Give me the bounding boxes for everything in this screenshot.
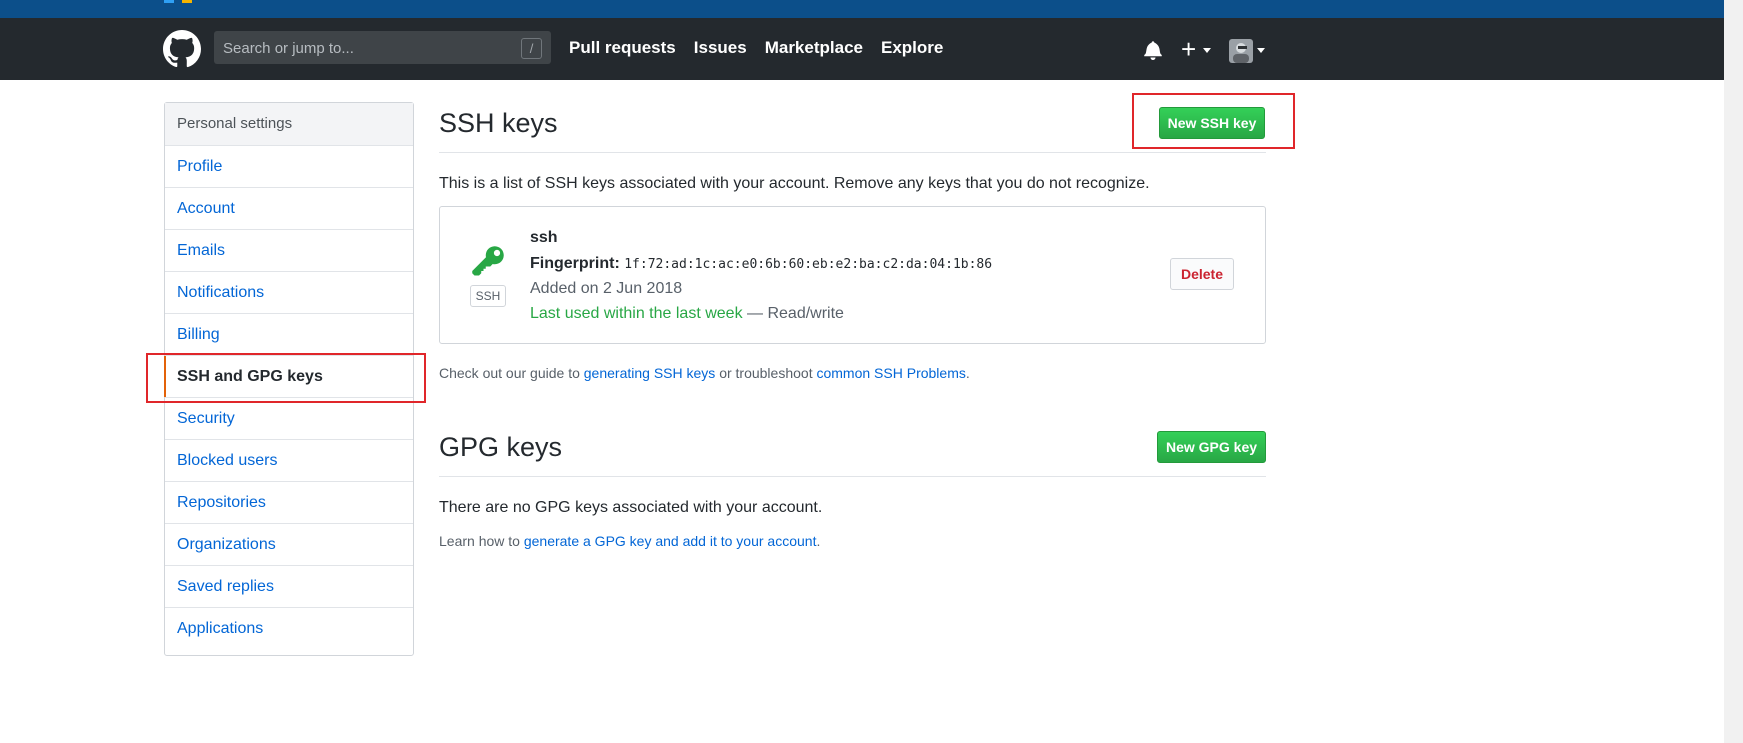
sidebar-item-notifications[interactable]: Notifications [165,272,413,314]
gpg-keys-title: GPG keys [439,432,563,462]
search-shortcut-key: / [521,38,542,59]
ssh-key-name: ssh [530,229,558,246]
chevron-down-icon [1257,48,1265,53]
ssh-key-card: SSH ssh Fingerprint: 1f:72:ad:1c:ac:e0:6… [439,206,1266,344]
highlight-box-new-ssh-key [1132,93,1295,149]
generate-gpg-key-link[interactable]: generate a GPG key and add it to your ac… [524,533,817,549]
sidebar-item-organizations[interactable]: Organizations [165,524,413,566]
user-avatar[interactable] [1229,39,1253,63]
nav-marketplace[interactable]: Marketplace [765,38,863,58]
sidebar-item-security[interactable]: Security [165,398,413,440]
fingerprint-value: 1f:72:ad:1c:ac:e0:6b:60:eb:e2:ba:c2:da:0… [624,257,993,272]
app-tile-icon [182,0,192,3]
fingerprint-label: Fingerprint: [530,255,620,272]
highlight-box-ssh-keys-nav [146,353,426,403]
ssh-guide-text: Check out our guide to generating SSH ke… [439,365,970,381]
sidebar-item-applications[interactable]: Applications [165,608,413,649]
chevron-down-icon [1203,48,1211,53]
last-used-status: Last used within the last week [530,305,743,322]
divider [439,152,1266,153]
notifications-bell-icon[interactable] [1143,40,1163,60]
sidebar-heading: Personal settings [165,103,413,146]
sidebar-item-repositories[interactable]: Repositories [165,482,413,524]
nav-issues[interactable]: Issues [694,38,747,58]
key-added-date: Added on 2 Jun 2018 [530,280,683,297]
nav-pull-requests[interactable]: Pull requests [569,38,676,58]
avatar-image-icon [1229,39,1253,63]
key-last-used: Last used within the last week — Read/wr… [530,305,844,323]
gpg-learn-text: Learn how to generate a GPG key and add … [439,533,820,549]
generating-ssh-keys-link[interactable]: generating SSH keys [584,365,716,381]
sidebar-item-blocked-users[interactable]: Blocked users [165,440,413,482]
learn-prefix: Learn how to [439,533,520,549]
app-tile-icon [164,0,174,3]
new-gpg-key-button[interactable]: New GPG key [1157,431,1266,463]
browser-tab-strip [0,0,1743,18]
nav-explore[interactable]: Explore [881,38,943,58]
github-logo-icon[interactable] [163,30,201,68]
delete-key-button[interactable]: Delete [1170,258,1234,290]
sidebar-item-saved-replies[interactable]: Saved replies [165,566,413,608]
sidebar-item-billing[interactable]: Billing [165,314,413,356]
divider [439,476,1266,477]
top-navbar: Search or jump to... / Pull requests Iss… [0,18,1743,80]
gpg-empty-message: There are no GPG keys associated with yo… [439,499,823,516]
sidebar-item-emails[interactable]: Emails [165,230,413,272]
create-new-icon[interactable]: + [1181,36,1196,62]
page-scrollbar[interactable] [1724,0,1743,743]
guide-middle: or troubleshoot [719,365,813,381]
search-placeholder: Search or jump to... [223,40,354,57]
sidebar-item-profile[interactable]: Profile [165,146,413,188]
common-ssh-problems-link[interactable]: common SSH Problems [816,365,965,381]
search-input[interactable]: Search or jump to... / [214,31,551,64]
ssh-badge: SSH [470,285,506,307]
fingerprint-row: Fingerprint: 1f:72:ad:1c:ac:e0:6b:60:eb:… [530,255,992,273]
key-access-level: — Read/write [747,305,844,322]
sidebar-item-account[interactable]: Account [165,188,413,230]
primary-nav: Pull requests Issues Marketplace Explore [569,38,943,58]
key-icon [472,246,504,276]
ssh-keys-title: SSH keys [439,108,558,138]
learn-suffix: . [816,533,821,549]
guide-suffix: . [965,365,970,381]
guide-prefix: Check out our guide to [439,365,580,381]
ssh-description: This is a list of SSH keys associated wi… [439,175,1150,192]
